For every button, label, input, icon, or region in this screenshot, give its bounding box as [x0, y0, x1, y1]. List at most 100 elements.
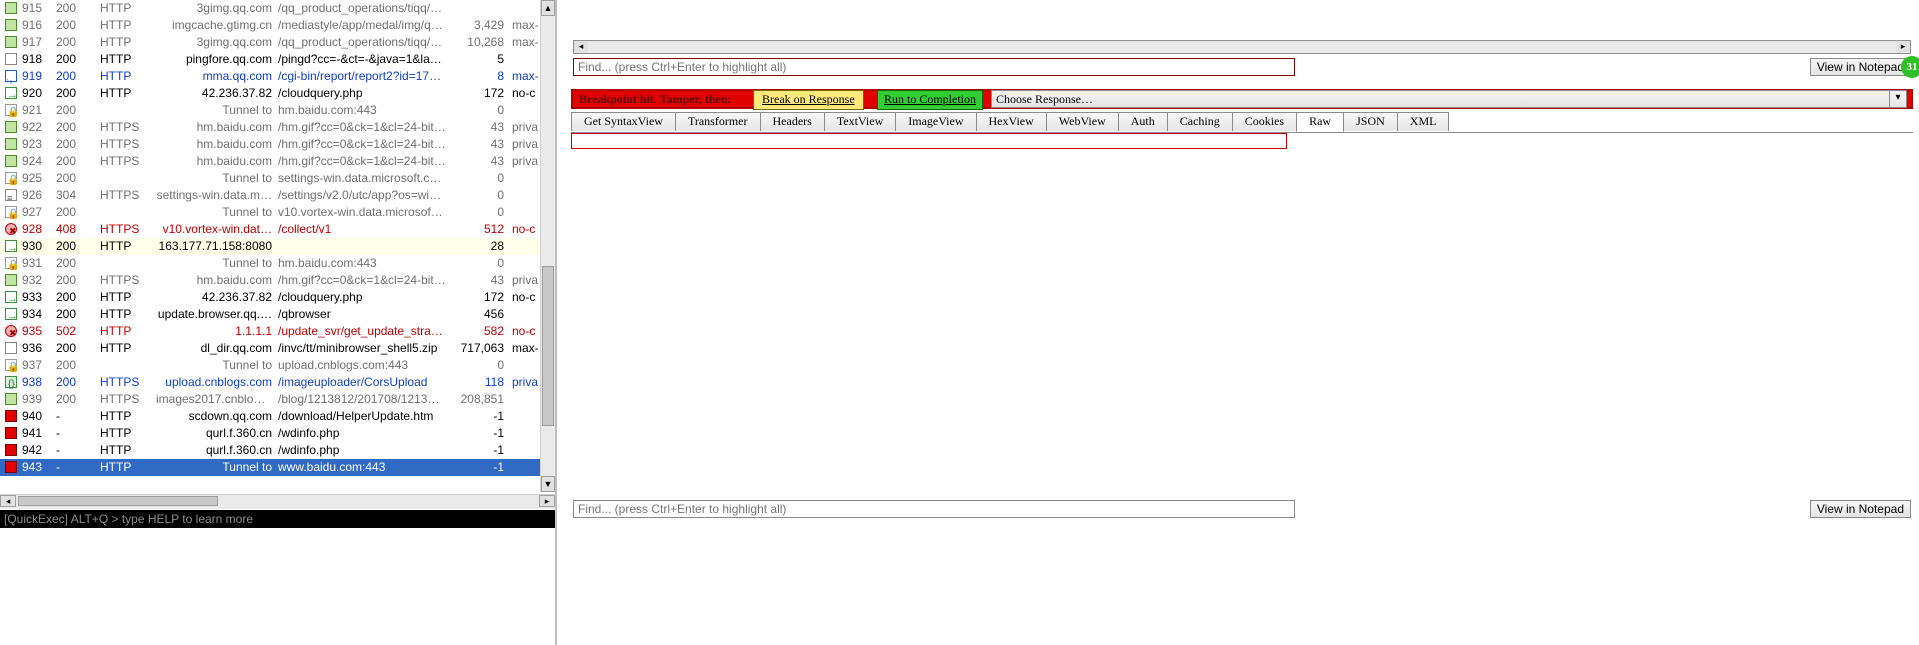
inspector-tab-hexview[interactable]: HexView	[976, 112, 1047, 131]
session-row[interactable]: 🔒925200Tunnel tosettings-win.data.micros…	[0, 170, 541, 187]
session-row[interactable]: 943-HTTPTunnel towww.baidu.com:443-1	[0, 459, 541, 476]
session-row[interactable]: 🔒927200Tunnel tov10.vortex-win.data.micr…	[0, 204, 541, 221]
session-result: 200	[56, 204, 100, 221]
session-host: Tunnel to	[156, 255, 278, 272]
inspector-tab-transformer[interactable]: Transformer	[675, 112, 761, 131]
session-row[interactable]: {}938200HTTPSupload.cnblogs.com/imageupl…	[0, 374, 541, 391]
session-protocol: HTTPS	[100, 187, 156, 204]
session-result: 200	[56, 238, 100, 255]
view-in-notepad-button-top[interactable]: View in Notepad	[1810, 58, 1911, 76]
session-row[interactable]: 🔒921200Tunnel tohm.baidu.com:4430	[0, 102, 541, 119]
raw-response-textarea[interactable]	[571, 133, 1287, 149]
quickexec-bar[interactable]: [QuickExec] ALT+Q > type HELP to learn m…	[0, 510, 555, 528]
session-protocol: HTTP	[100, 51, 156, 68]
session-row[interactable]: 918200HTTPpingfore.qq.com/pingd?cc=-&ct=…	[0, 51, 541, 68]
session-row[interactable]: 915200HTTP3gimg.qq.com/qq_product_operat…	[0, 0, 541, 17]
session-body-size: 0	[446, 357, 512, 374]
session-caching: max-	[512, 34, 541, 51]
session-body-size: 172	[446, 289, 512, 306]
session-host: v10.vortex-win.dat…	[156, 221, 278, 238]
session-row[interactable]: 🔒931200Tunnel tohm.baidu.com:4430	[0, 255, 541, 272]
session-row[interactable]: 917200HTTP3gimg.qq.com/qq_product_operat…	[0, 34, 541, 51]
inspector-tab-xml[interactable]: XML	[1397, 112, 1450, 131]
session-id: 923	[22, 136, 56, 153]
find-input-top[interactable]	[573, 58, 1295, 76]
session-caching: priva	[512, 272, 541, 289]
session-row[interactable]: 940-HTTPscdown.qq.com/download/HelperUpd…	[0, 408, 541, 425]
inspector-tab-imageview[interactable]: ImageView	[895, 112, 976, 131]
inspector-tab-auth[interactable]: Auth	[1118, 112, 1168, 131]
scrollbar-left-button[interactable]: ◂	[0, 495, 16, 507]
session-result: 200	[56, 289, 100, 306]
session-caching: max-	[512, 340, 541, 357]
inspector-tab-cookies[interactable]: Cookies	[1232, 112, 1297, 131]
inspector-tab-textview[interactable]: TextView	[824, 112, 896, 131]
scrollbar-left-button[interactable]: ◂	[574, 41, 588, 53]
session-id: 930	[22, 238, 56, 255]
break-on-response-button[interactable]: Break on Response	[753, 90, 864, 110]
scrollbar-track[interactable]	[541, 16, 555, 476]
find-input-bottom[interactable]	[573, 500, 1295, 518]
session-url: /cgi-bin/report/report2?id=172&…	[278, 68, 446, 85]
inspector-tab-headers[interactable]: Headers	[760, 112, 825, 131]
session-row[interactable]: →934200HTTPupdate.browser.qq.…/qbrowser4…	[0, 306, 541, 323]
session-result: 200	[56, 68, 100, 85]
session-row[interactable]: ⤷919200HTTPmma.qq.com/cgi-bin/report/rep…	[0, 68, 541, 85]
session-row[interactable]: 936200HTTPdl_dir.qq.com/invc/tt/minibrow…	[0, 340, 541, 357]
session-body-size: 0	[446, 102, 512, 119]
session-row[interactable]: 924200HTTPShm.baidu.com/hm.gif?cc=0&ck=1…	[0, 153, 541, 170]
scrollbar-thumb[interactable]	[18, 496, 218, 506]
session-body-size: -1	[446, 442, 512, 459]
session-host: qurl.f.360.cn	[156, 425, 278, 442]
session-body-size: 43	[446, 119, 512, 136]
session-list-horizontal-scrollbar[interactable]: ◂ ▸	[0, 494, 555, 509]
session-id: 934	[22, 306, 56, 323]
session-row[interactable]: →930200HTTP163.177.71.158:808028	[0, 238, 541, 255]
session-body-size: 512	[446, 221, 512, 238]
session-row[interactable]: ✖935502HTTP1.1.1.1/update_svr/get_update…	[0, 323, 541, 340]
scrollbar-right-button[interactable]: ▸	[1896, 41, 1910, 53]
session-list-vertical-scrollbar[interactable]: ▲ ▼	[540, 0, 555, 492]
session-row[interactable]: →920200HTTP42.236.37.82/cloudquery.php17…	[0, 85, 541, 102]
session-row[interactable]: ≡926304HTTPSsettings-win.data.m…/setting…	[0, 187, 541, 204]
inspector-tab-webview[interactable]: WebView	[1046, 112, 1119, 131]
session-row[interactable]: 939200HTTPSimages2017.cnblog…/blog/12138…	[0, 391, 541, 408]
session-row[interactable]: 942-HTTPqurl.f.360.cn/wdinfo.php-1	[0, 442, 541, 459]
session-host: pingfore.qq.com	[156, 51, 278, 68]
scrollbar-thumb[interactable]	[542, 266, 554, 426]
session-row[interactable]: 923200HTTPShm.baidu.com/hm.gif?cc=0&ck=1…	[0, 136, 541, 153]
session-row[interactable]: 922200HTTPShm.baidu.com/hm.gif?cc=0&ck=1…	[0, 119, 541, 136]
session-url: /hm.gif?cc=0&ck=1&cl=24-bit&…	[278, 136, 446, 153]
inspector-tab-caching[interactable]: Caching	[1167, 112, 1233, 131]
session-id: 935	[22, 323, 56, 340]
run-to-completion-button[interactable]: Run to Completion	[877, 90, 983, 110]
session-row[interactable]: 932200HTTPShm.baidu.com/hm.gif?cc=0&ck=1…	[0, 272, 541, 289]
session-row[interactable]: →933200HTTP42.236.37.82/cloudquery.php17…	[0, 289, 541, 306]
session-result: -	[56, 425, 100, 442]
request-view-horizontal-scrollbar[interactable]: ◂ ▸	[573, 40, 1911, 54]
scrollbar-up-button[interactable]: ▲	[541, 0, 555, 16]
choose-response-dropdown[interactable]: Choose Response… ▾	[991, 90, 1907, 108]
scrollbar-down-button[interactable]: ▼	[541, 476, 555, 492]
session-host: hm.baidu.com	[156, 153, 278, 170]
session-row[interactable]: ✖928408HTTPSv10.vortex-win.dat…/collect/…	[0, 221, 541, 238]
session-list[interactable]: 915200HTTP3gimg.qq.com/qq_product_operat…	[0, 0, 541, 494]
session-row[interactable]: 941-HTTPqurl.f.360.cn/wdinfo.php-1	[0, 425, 541, 442]
session-host: Tunnel to	[156, 204, 278, 221]
session-host: 3gimg.qq.com	[156, 0, 278, 17]
session-id: 919	[22, 68, 56, 85]
session-id: 915	[22, 0, 56, 17]
session-url: /qbrowser	[278, 306, 446, 323]
inspector-tab-get-syntaxview[interactable]: Get SyntaxView	[571, 112, 676, 131]
view-in-notepad-button-bottom[interactable]: View in Notepad	[1810, 500, 1911, 518]
inspector-tab-json[interactable]: JSON	[1343, 112, 1398, 131]
session-url: /wdinfo.php	[278, 442, 446, 459]
session-url: hm.baidu.com:443	[278, 102, 446, 119]
session-host: Tunnel to	[156, 357, 278, 374]
inspector-tab-raw[interactable]: Raw	[1296, 112, 1344, 132]
session-host: hm.baidu.com	[156, 119, 278, 136]
session-row[interactable]: 🔒937200Tunnel toupload.cnblogs.com:4430	[0, 357, 541, 374]
session-id: 926	[22, 187, 56, 204]
session-row[interactable]: 916200HTTPimgcache.gtimg.cn/mediastyle/a…	[0, 17, 541, 34]
scrollbar-right-button[interactable]: ▸	[539, 495, 555, 507]
